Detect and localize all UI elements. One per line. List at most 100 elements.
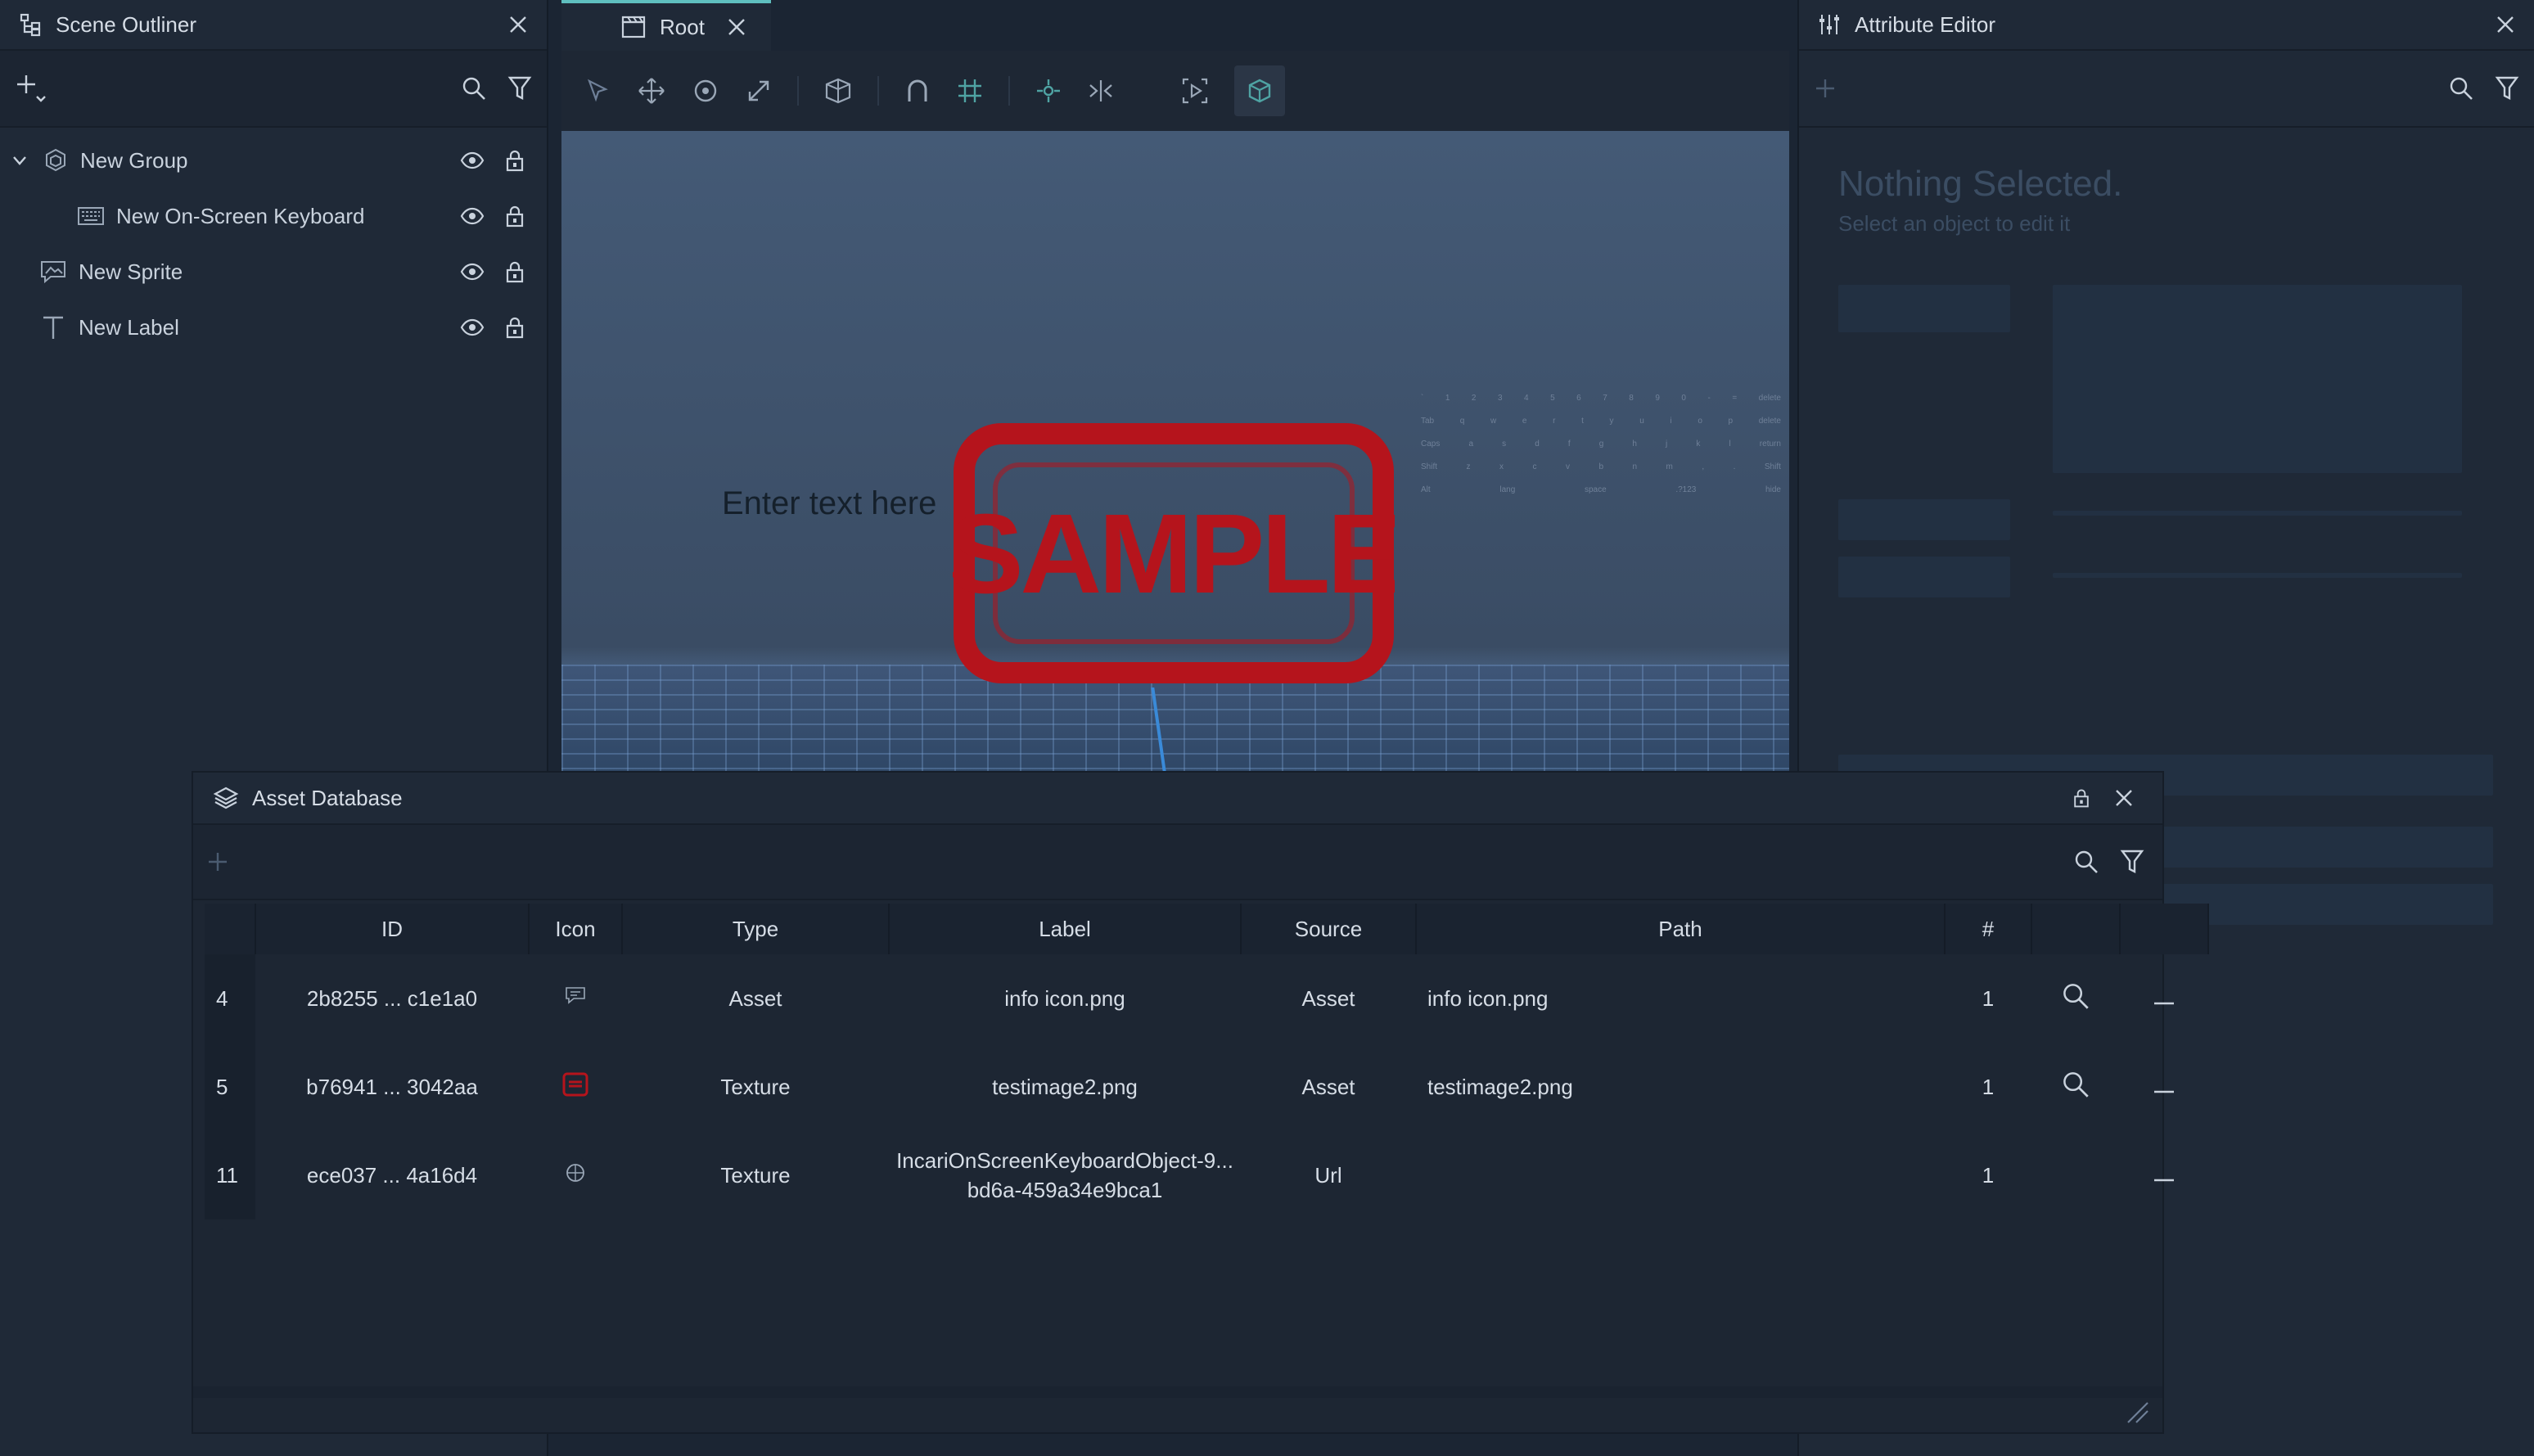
keyboard-key[interactable]: y bbox=[1610, 417, 1614, 426]
eye-icon[interactable] bbox=[460, 259, 485, 284]
keyboard-key[interactable]: p bbox=[1729, 417, 1734, 426]
tree-item-new-on-screen-keyboard[interactable]: New On-Screen Keyboard bbox=[0, 188, 547, 244]
keyboard-key[interactable]: u bbox=[1639, 417, 1644, 426]
column-header-icon[interactable]: Icon bbox=[529, 904, 623, 954]
sample-sprite[interactable]: SAMPLE bbox=[953, 422, 1395, 684]
remove-minus-icon[interactable] bbox=[2153, 1001, 2175, 1006]
preview-play-icon[interactable] bbox=[1180, 76, 1210, 106]
keyboard-key[interactable]: . bbox=[1734, 462, 1736, 471]
keyboard-key[interactable]: .?123 bbox=[1675, 485, 1696, 494]
keyboard-key[interactable]: ` bbox=[1421, 394, 1423, 403]
search-icon[interactable] bbox=[2074, 850, 2099, 874]
keyboard-key[interactable]: , bbox=[1702, 462, 1704, 471]
table-row[interactable]: 5 b76941 ... 3042aa Texture testimage2.p… bbox=[205, 1043, 2208, 1131]
keyboard-key[interactable]: Tab bbox=[1421, 417, 1434, 426]
keyboard-key[interactable]: 4 bbox=[1524, 394, 1529, 403]
add-node-icon[interactable] bbox=[15, 72, 47, 105]
keyboard-key[interactable]: x bbox=[1499, 462, 1504, 471]
keyboard-key[interactable]: l bbox=[1729, 440, 1730, 449]
column-header-label[interactable]: Label bbox=[889, 904, 1242, 954]
3d-view-cube-icon[interactable] bbox=[1234, 65, 1285, 116]
keyboard-key[interactable]: j bbox=[1666, 440, 1667, 449]
keyboard-key[interactable]: = bbox=[1732, 394, 1737, 403]
keyboard-key[interactable]: 0 bbox=[1681, 394, 1686, 403]
scene-label-text[interactable]: Enter text here bbox=[722, 485, 936, 522]
lock-icon[interactable] bbox=[2071, 787, 2092, 809]
keyboard-key[interactable]: hide bbox=[1765, 485, 1781, 494]
keyboard-key[interactable]: m bbox=[1666, 462, 1673, 471]
keyboard-key[interactable]: e bbox=[1522, 417, 1527, 426]
filter-icon[interactable] bbox=[2120, 849, 2144, 875]
keyboard-key[interactable]: 7 bbox=[1603, 394, 1607, 403]
keyboard-key[interactable]: return bbox=[1760, 440, 1781, 449]
keyboard-key[interactable]: k bbox=[1696, 440, 1700, 449]
keyboard-key[interactable]: z bbox=[1467, 462, 1471, 471]
keyboard-key[interactable]: 9 bbox=[1655, 394, 1660, 403]
tab-root[interactable]: Root bbox=[561, 0, 771, 51]
grid-icon[interactable] bbox=[956, 77, 984, 105]
keyboard-key[interactable]: g bbox=[1599, 440, 1604, 449]
tree-item-new-label[interactable]: New Label bbox=[0, 300, 547, 355]
lock-icon[interactable] bbox=[503, 204, 527, 228]
filter-icon[interactable] bbox=[507, 75, 532, 101]
keyboard-key[interactable]: 6 bbox=[1576, 394, 1581, 403]
search-icon[interactable] bbox=[2062, 982, 2090, 1010]
close-icon[interactable] bbox=[2113, 787, 2135, 809]
eye-icon[interactable] bbox=[460, 315, 485, 340]
keyboard-key[interactable]: s bbox=[1502, 440, 1506, 449]
remove-minus-icon[interactable] bbox=[2153, 1089, 2175, 1094]
on-screen-keyboard-preview[interactable]: ` 1 2 3 4 5 6 7 8 9 0 - = delete Tab q w e r t y u i o p delete Ca… bbox=[1421, 386, 1781, 494]
keyboard-key[interactable]: f bbox=[1568, 440, 1571, 449]
keyboard-key[interactable]: 2 bbox=[1472, 394, 1477, 403]
keyboard-key[interactable]: n bbox=[1632, 462, 1637, 471]
keyboard-key[interactable]: Shift bbox=[1421, 462, 1437, 471]
keyboard-key[interactable]: Alt bbox=[1421, 485, 1431, 494]
keyboard-key[interactable]: o bbox=[1698, 417, 1702, 426]
keyboard-key[interactable]: - bbox=[1707, 394, 1710, 403]
remove-minus-icon[interactable] bbox=[2153, 1178, 2175, 1183]
keyboard-key[interactable]: 3 bbox=[1498, 394, 1503, 403]
keyboard-key[interactable]: r bbox=[1553, 417, 1555, 426]
keyboard-key[interactable]: delete bbox=[1759, 417, 1781, 426]
table-row[interactable]: 11 ece037 ... 4a16d4 Texture IncariOnScr… bbox=[205, 1131, 2208, 1219]
keyboard-key[interactable]: Shift bbox=[1765, 462, 1781, 471]
rotate-icon[interactable] bbox=[691, 76, 720, 106]
keyboard-key[interactable]: b bbox=[1598, 462, 1603, 471]
lock-icon[interactable] bbox=[503, 259, 527, 284]
keyboard-key[interactable]: t bbox=[1581, 417, 1584, 426]
chevron-down-icon[interactable] bbox=[10, 151, 29, 170]
tree-item-new-group[interactable]: New Group bbox=[0, 133, 547, 188]
filter-icon[interactable] bbox=[2495, 75, 2519, 101]
column-header-type[interactable]: Type bbox=[622, 904, 890, 954]
scene-viewport[interactable]: Enter text here SAMPLE ` 1 2 3 4 5 6 7 8 9 0 - = dele… bbox=[561, 131, 1789, 773]
mirror-icon[interactable] bbox=[1087, 77, 1115, 105]
keyboard-key[interactable]: delete bbox=[1759, 394, 1781, 403]
resize-grip-icon[interactable] bbox=[2125, 1400, 2149, 1424]
close-icon[interactable] bbox=[726, 16, 747, 38]
keyboard-key[interactable]: q bbox=[1460, 417, 1465, 426]
column-header-id[interactable]: ID bbox=[255, 904, 530, 954]
keyboard-key[interactable]: v bbox=[1566, 462, 1570, 471]
table-row[interactable]: 4 2b8255 ... c1e1a0 Asset info icon.png … bbox=[205, 954, 2208, 1043]
keyboard-key[interactable]: space bbox=[1585, 485, 1607, 494]
pivot-icon[interactable] bbox=[1035, 77, 1062, 105]
select-cursor-icon[interactable] bbox=[584, 77, 612, 105]
keyboard-key[interactable]: i bbox=[1670, 417, 1671, 426]
add-icon[interactable] bbox=[1814, 77, 1837, 100]
search-icon[interactable] bbox=[2062, 1071, 2090, 1098]
column-header-source[interactable]: Source bbox=[1241, 904, 1417, 954]
search-icon[interactable] bbox=[2449, 76, 2473, 101]
close-icon[interactable] bbox=[507, 14, 529, 35]
keyboard-key[interactable]: 5 bbox=[1550, 394, 1555, 403]
lock-icon[interactable] bbox=[503, 148, 527, 173]
keyboard-key[interactable]: a bbox=[1468, 440, 1473, 449]
close-icon[interactable] bbox=[2495, 14, 2516, 35]
tree-item-new-sprite[interactable]: New Sprite bbox=[0, 244, 547, 300]
keyboard-key[interactable]: d bbox=[1535, 440, 1540, 449]
keyboard-key[interactable]: h bbox=[1632, 440, 1637, 449]
transform-space-icon[interactable] bbox=[823, 76, 853, 106]
keyboard-key[interactable]: 1 bbox=[1445, 394, 1450, 403]
column-header-path[interactable]: Path bbox=[1416, 904, 1946, 954]
keyboard-key[interactable]: w bbox=[1490, 417, 1496, 426]
keyboard-key[interactable]: c bbox=[1532, 462, 1536, 471]
